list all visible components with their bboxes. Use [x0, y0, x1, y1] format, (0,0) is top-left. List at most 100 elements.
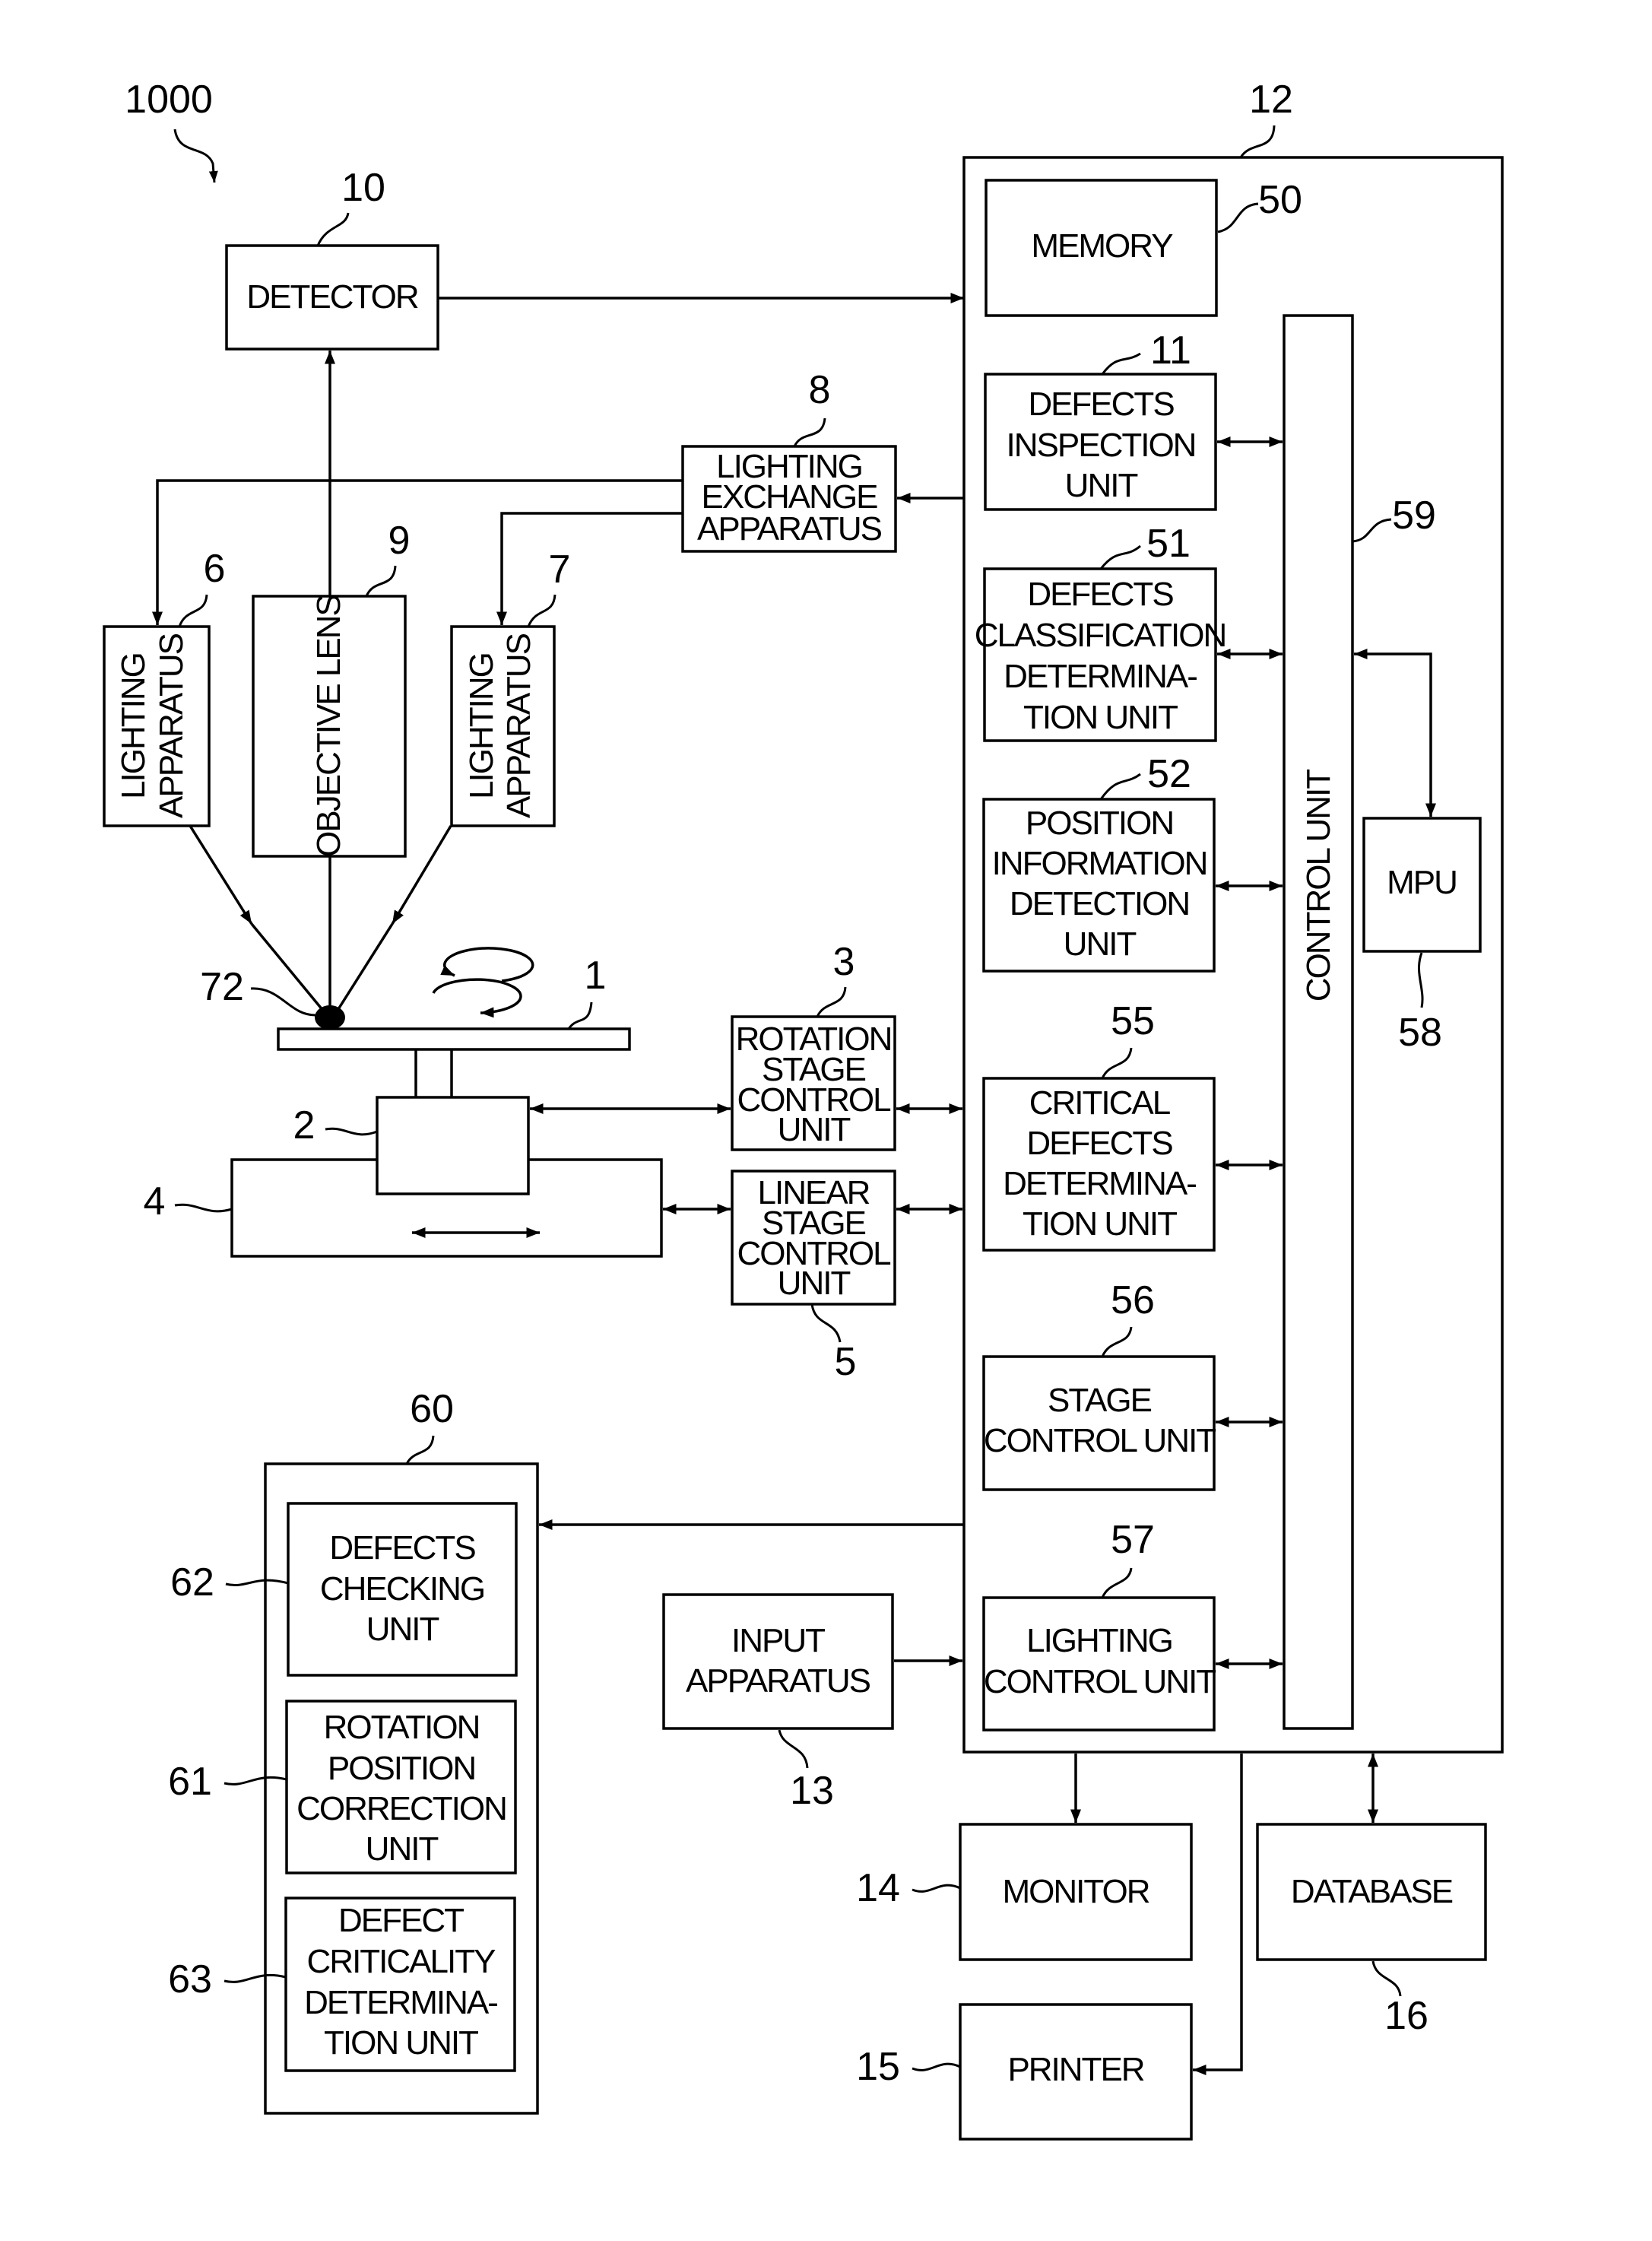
wafer — [277, 1027, 631, 1051]
defects-checking-block: DEFECTS CHECKING UNIT — [287, 1502, 518, 1677]
linear-stage-control-leader — [810, 1303, 842, 1343]
defects-classification-line4: TION UNIT — [1023, 699, 1178, 736]
lighting-apparatus-right-block: LIGHTING APPARATUS — [450, 625, 556, 827]
objective-lens-label: OBJECTIVE LENS — [310, 595, 347, 857]
input-apparatus-line1: INPUT — [731, 1622, 825, 1659]
rotation-position-correction-ref: 61 — [168, 1760, 212, 1804]
defect-criticality-line4: TION UNIT — [324, 2024, 478, 2062]
database-ref: 16 — [1384, 1994, 1428, 2038]
rotation-stage-control-line4: UNIT — [778, 1111, 851, 1148]
defect-criticality-line1: DEFECT — [338, 1902, 464, 1939]
lighting-right-label-line1: LIGHTING — [463, 653, 500, 799]
light-ray-left — [250, 922, 328, 1017]
detector-ref: 10 — [341, 166, 385, 210]
defects-inspection-block: DEFECTS INSPECTION UNIT — [984, 373, 1217, 511]
defects-inspection-ref: 11 — [1150, 329, 1191, 373]
defects-classification-line2: CLASSIFICATION — [975, 617, 1226, 654]
rotation-stage-control-block: ROTATION STAGE CONTROL UNIT — [731, 1015, 896, 1151]
linear-stage-leader — [174, 1203, 233, 1213]
position-information-line3: DETECTION — [1010, 885, 1189, 922]
monitor-label: MONITOR — [1003, 1873, 1149, 1910]
control-unit-ref: 59 — [1392, 494, 1436, 538]
group-60-leader — [405, 1435, 435, 1465]
defects-inspection-line2: INSPECTION — [1007, 427, 1196, 464]
control-unit-label: CONTROL UNIT — [1300, 770, 1337, 1001]
control-unit-block: CONTROL UNIT — [1283, 314, 1354, 1730]
defect-ref: 72 — [200, 965, 244, 1009]
computer-leader — [1239, 125, 1276, 158]
memory-ref: 50 — [1258, 178, 1302, 222]
rotation-arrow-icon — [432, 978, 522, 1018]
linear-stage-ref: 4 — [144, 1179, 166, 1224]
defect-criticality-block: DEFECT CRITICALITY DETERMINA- TION UNIT — [284, 1897, 516, 2072]
objective-lens-leader — [365, 565, 397, 597]
stage-control-line1: STAGE — [1048, 1382, 1152, 1419]
critical-defects-line4: TION UNIT — [1023, 1205, 1177, 1243]
light-ray-right — [333, 923, 394, 1016]
defects-inspection-line3: UNIT — [1065, 467, 1138, 504]
mpu-ref: 58 — [1398, 1011, 1442, 1055]
detector-label: DETECTOR — [246, 278, 417, 316]
defects-checking-ref: 62 — [170, 1560, 214, 1605]
lighting-exchange-ref: 8 — [809, 368, 831, 412]
rotation-stage-ref: 2 — [293, 1103, 315, 1147]
lighting-left-label-line1: LIGHTING — [115, 653, 152, 799]
lighting-right-label-line2: APPARATUS — [500, 633, 537, 818]
printer-block: PRINTER — [959, 2003, 1193, 2141]
input-apparatus-leader — [778, 1729, 809, 1769]
printer-label: PRINTER — [1007, 2051, 1143, 2088]
rotation-position-correction-line1: ROTATION — [324, 1709, 480, 1746]
detector-block: DETECTOR — [225, 244, 439, 351]
input-apparatus-line2: APPARATUS — [686, 1662, 870, 1700]
rotation-arrow-icon-2 — [440, 947, 534, 982]
defect-criticality-line3: DETERMINA- — [304, 1984, 497, 2021]
database-label: DATABASE — [1291, 1873, 1453, 1910]
mpu-label: MPU — [1387, 864, 1457, 901]
rotation-stage-leader — [325, 1127, 378, 1136]
stage-control-ref: 56 — [1111, 1278, 1155, 1322]
rotation-stage — [376, 1096, 530, 1195]
memory-label: MEMORY — [1031, 227, 1173, 265]
figure-ref: 1000 — [125, 78, 213, 122]
defects-checking-line2: CHECKING — [320, 1570, 484, 1608]
position-information-line1: POSITION — [1026, 805, 1173, 842]
printer-leader — [912, 2062, 961, 2071]
figure-ref-arrow — [173, 129, 218, 183]
defects-inspection-line1: DEFECTS — [1028, 386, 1174, 423]
rotation-position-correction-line4: UNIT — [366, 1830, 439, 1868]
position-information-block: POSITION INFORMATION DETECTION UNIT — [982, 798, 1216, 973]
memory-block: MEMORY — [985, 179, 1218, 317]
critical-defects-line3: DETERMINA- — [1003, 1165, 1196, 1202]
lighting-exchange-to-lighting-right-arrow — [496, 512, 683, 625]
defects-classification-line3: DETERMINA- — [1004, 658, 1197, 695]
database-leader — [1371, 1960, 1402, 1997]
lighting-right-leader — [527, 594, 556, 627]
critical-defects-block: CRITICAL DEFECTS DETERMINA- TION UNIT — [982, 1077, 1216, 1252]
lighting-exchange-block: LIGHTING EXCHANGE APPARATUS — [681, 445, 897, 553]
rotation-position-correction-line3: CORRECTION — [296, 1790, 506, 1827]
computer-ref: 12 — [1249, 78, 1293, 122]
defects-checking-line3: UNIT — [366, 1611, 439, 1648]
stage-control-line2: CONTROL UNIT — [984, 1422, 1216, 1459]
lighting-right-ref: 7 — [549, 548, 571, 592]
rotation-stage-control-leader — [816, 986, 847, 1017]
lighting-control-ref: 57 — [1111, 1518, 1155, 1562]
lighting-exchange-leader — [793, 417, 826, 447]
rotation-position-correction-line2: POSITION — [328, 1750, 475, 1787]
position-information-line4: UNIT — [1064, 925, 1137, 963]
position-information-line2: INFORMATION — [992, 845, 1207, 882]
critical-defects-line1: CRITICAL — [1029, 1084, 1171, 1122]
database-block: DATABASE — [1256, 1823, 1487, 1961]
defect-dot — [315, 1005, 345, 1030]
group-60-ref: 60 — [410, 1387, 454, 1431]
wafer-leader — [567, 1001, 593, 1030]
defect-leader — [250, 987, 316, 1017]
block-diagram: 1000 DETECTOR 10 LIGHTING EXCHANGE APPAR… — [103, 78, 1504, 2141]
computer-to-printer-arrow — [1193, 1754, 1243, 2075]
linear-stage-control-line4: UNIT — [778, 1265, 851, 1302]
input-apparatus-ref: 13 — [790, 1769, 834, 1813]
lighting-control-line1: LIGHTING — [1026, 1622, 1172, 1659]
lighting-control-line2: CONTROL UNIT — [984, 1663, 1216, 1700]
input-apparatus-block: INPUT APPARATUS — [662, 1593, 894, 1730]
light-ray-left-arrow — [189, 825, 253, 925]
